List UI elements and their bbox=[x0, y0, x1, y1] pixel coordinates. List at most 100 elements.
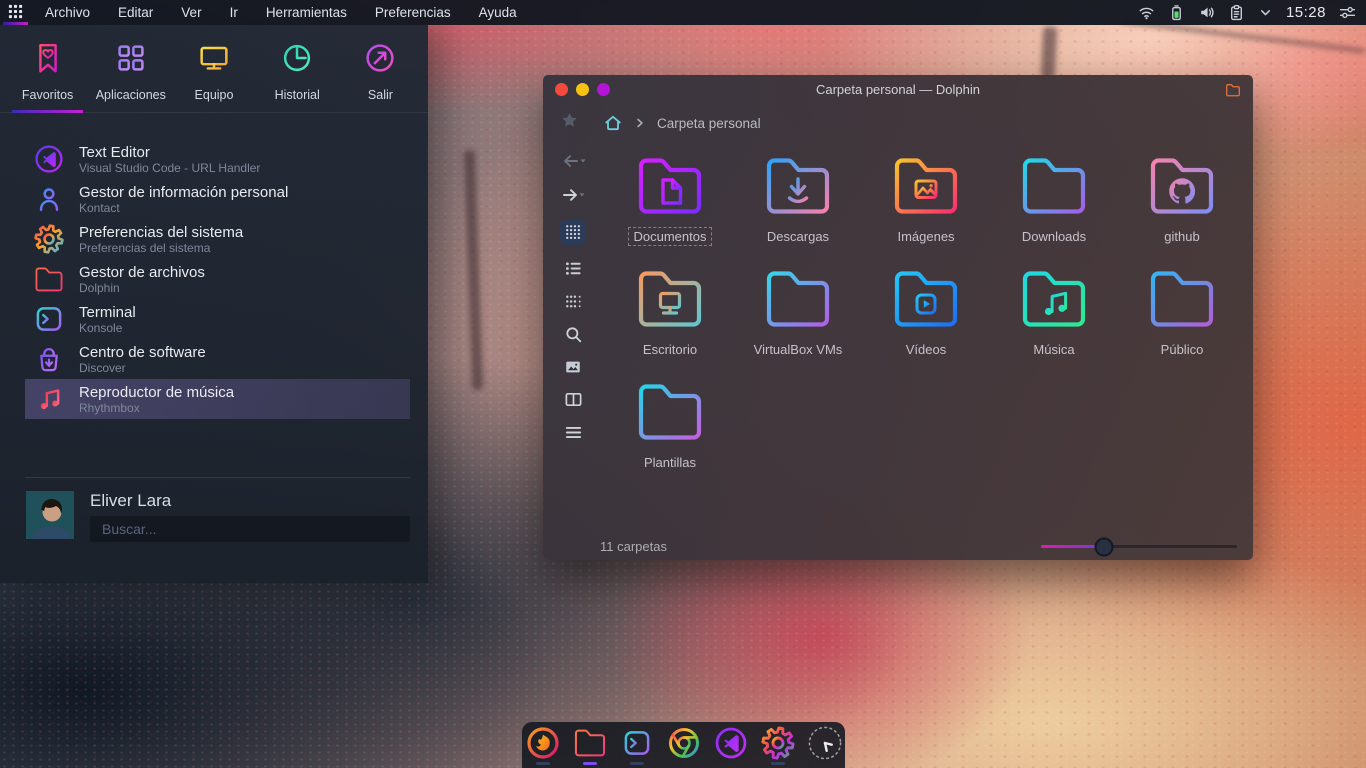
breadcrumb[interactable]: Carpeta personal bbox=[657, 116, 761, 131]
folder-label: Descargas bbox=[761, 227, 835, 246]
folder-público[interactable]: Público bbox=[1123, 266, 1241, 359]
battery-icon[interactable] bbox=[1168, 4, 1185, 21]
folder-downloads[interactable]: Downloads bbox=[995, 153, 1113, 246]
menu-ir[interactable]: Ir bbox=[216, 0, 252, 25]
window-title: Carpeta personal — Dolphin bbox=[543, 82, 1253, 97]
clock-widget-icon bbox=[805, 723, 845, 768]
home-icon[interactable] bbox=[603, 113, 623, 133]
tree-trunk bbox=[1041, 27, 1058, 80]
running-indicator bbox=[630, 762, 644, 765]
app-title: Centro de software bbox=[79, 344, 206, 361]
tab-salir[interactable]: Salir bbox=[339, 31, 422, 112]
zoom-slider-handle[interactable] bbox=[1094, 537, 1113, 556]
list-view-icon[interactable] bbox=[564, 259, 583, 278]
app-item[interactable]: TerminalKonsole bbox=[25, 299, 410, 339]
folder-música[interactable]: Música bbox=[995, 266, 1113, 359]
folder-icon bbox=[1017, 153, 1091, 222]
dock-files[interactable] bbox=[571, 724, 609, 766]
folder-imágenes[interactable]: Imágenes bbox=[867, 153, 985, 246]
folder-descargas[interactable]: Descargas bbox=[739, 153, 857, 246]
app-title: Terminal bbox=[79, 304, 136, 321]
vscode-icon bbox=[713, 725, 749, 766]
app-item[interactable]: Text EditorVisual Studio Code - URL Hand… bbox=[25, 139, 410, 179]
system-tray: 15:28 bbox=[1138, 0, 1366, 25]
menu-ver[interactable]: Ver bbox=[167, 0, 215, 25]
folder-red-icon bbox=[33, 263, 65, 295]
dock-clock-widget[interactable] bbox=[806, 724, 844, 766]
dock-firefox[interactable] bbox=[524, 724, 562, 766]
folder-vídeos[interactable]: Vídeos bbox=[867, 266, 985, 359]
computer-icon bbox=[195, 39, 233, 82]
app-item[interactable]: Gestor de información personalKontact bbox=[25, 179, 410, 219]
folder-plantillas[interactable]: Plantillas bbox=[611, 379, 729, 472]
menu-editar[interactable]: Editar bbox=[104, 0, 167, 25]
search-input[interactable] bbox=[90, 516, 410, 542]
forward-icon[interactable] bbox=[560, 185, 587, 205]
tweaks-icon[interactable] bbox=[1339, 4, 1356, 21]
app-title: Preferencias del sistema bbox=[79, 224, 243, 241]
folder-escritorio[interactable]: Escritorio bbox=[611, 266, 729, 359]
view-toolbar bbox=[554, 151, 592, 442]
back-icon[interactable] bbox=[560, 151, 587, 171]
app-item[interactable]: Gestor de archivosDolphin bbox=[25, 259, 410, 299]
menubar-left: ArchivoEditarVerIrHerramientasPreferenci… bbox=[0, 0, 531, 25]
dock-vscode[interactable] bbox=[712, 724, 750, 766]
history-icon bbox=[278, 39, 316, 82]
app-subtitle: Discover bbox=[79, 361, 206, 375]
folder-icon bbox=[633, 266, 707, 335]
favorites-list: Text EditorVisual Studio Code - URL Hand… bbox=[0, 139, 428, 419]
app-launcher-button[interactable] bbox=[0, 0, 31, 25]
clipboard-icon[interactable] bbox=[1228, 4, 1245, 21]
folder-documentos[interactable]: Documentos bbox=[611, 153, 729, 246]
menu-preferencias[interactable]: Preferencias bbox=[361, 0, 465, 25]
dock-chromium[interactable] bbox=[665, 724, 703, 766]
tab-equipo[interactable]: Equipo bbox=[172, 31, 255, 112]
chevron-right-icon[interactable] bbox=[633, 116, 647, 130]
dock-settings[interactable] bbox=[759, 724, 797, 766]
split-view-icon[interactable] bbox=[564, 390, 583, 409]
app-item[interactable]: Preferencias del sistemaPreferencias del… bbox=[25, 219, 410, 259]
hamburger-menu-icon[interactable] bbox=[564, 423, 583, 442]
leave-icon bbox=[361, 39, 399, 82]
firefox-icon bbox=[525, 725, 561, 766]
status-text: 11 carpetas bbox=[600, 539, 667, 554]
clock[interactable]: 15:28 bbox=[1286, 4, 1326, 21]
grid-view-icon[interactable] bbox=[560, 219, 586, 245]
avatar[interactable] bbox=[26, 491, 74, 539]
maximize-button[interactable] bbox=[597, 83, 610, 96]
chevron-down-icon[interactable] bbox=[1258, 5, 1273, 20]
dock-konsole[interactable] bbox=[618, 724, 656, 766]
app-text: Centro de softwareDiscover bbox=[79, 344, 206, 375]
network-icon[interactable] bbox=[1138, 4, 1155, 21]
compact-view-icon[interactable] bbox=[564, 292, 583, 311]
zoom-slider[interactable] bbox=[1041, 537, 1237, 557]
statusbar: 11 carpetas bbox=[543, 533, 1253, 560]
search-icon[interactable] bbox=[564, 325, 583, 344]
app-title: Gestor de archivos bbox=[79, 264, 205, 281]
app-subtitle: Konsole bbox=[79, 321, 136, 335]
preview-icon[interactable] bbox=[564, 358, 582, 376]
location-bar: Carpeta personal bbox=[560, 111, 761, 135]
menu-ayuda[interactable]: Ayuda bbox=[465, 0, 531, 25]
folder-virtualbox-vms[interactable]: VirtualBox VMs bbox=[739, 266, 857, 359]
discover-icon bbox=[33, 343, 65, 375]
menu-herramientas[interactable]: Herramientas bbox=[252, 0, 361, 25]
folder-label: github bbox=[1158, 227, 1205, 246]
volume-icon[interactable] bbox=[1198, 4, 1215, 21]
bookmark-star-icon[interactable] bbox=[560, 111, 579, 135]
tray-icon-group-right bbox=[1339, 4, 1356, 21]
folder-label: Vídeos bbox=[900, 340, 952, 359]
close-button[interactable] bbox=[555, 83, 568, 96]
window-titlebar[interactable]: Carpeta personal — Dolphin bbox=[543, 75, 1253, 104]
tab-favoritos[interactable]: Favoritos bbox=[6, 31, 89, 112]
app-item[interactable]: Centro de softwareDiscover bbox=[25, 339, 410, 379]
folder-icon bbox=[889, 153, 963, 222]
tab-aplicaciones[interactable]: Aplicaciones bbox=[89, 31, 172, 112]
tab-historial[interactable]: Historial bbox=[256, 31, 339, 112]
favorites-icon bbox=[29, 39, 67, 82]
minimize-button[interactable] bbox=[576, 83, 589, 96]
app-item[interactable]: Reproductor de músicaRhythmbox bbox=[25, 379, 410, 419]
menu-archivo[interactable]: Archivo bbox=[31, 0, 104, 25]
app-text: Reproductor de músicaRhythmbox bbox=[79, 384, 234, 415]
folder-github[interactable]: github bbox=[1123, 153, 1241, 246]
